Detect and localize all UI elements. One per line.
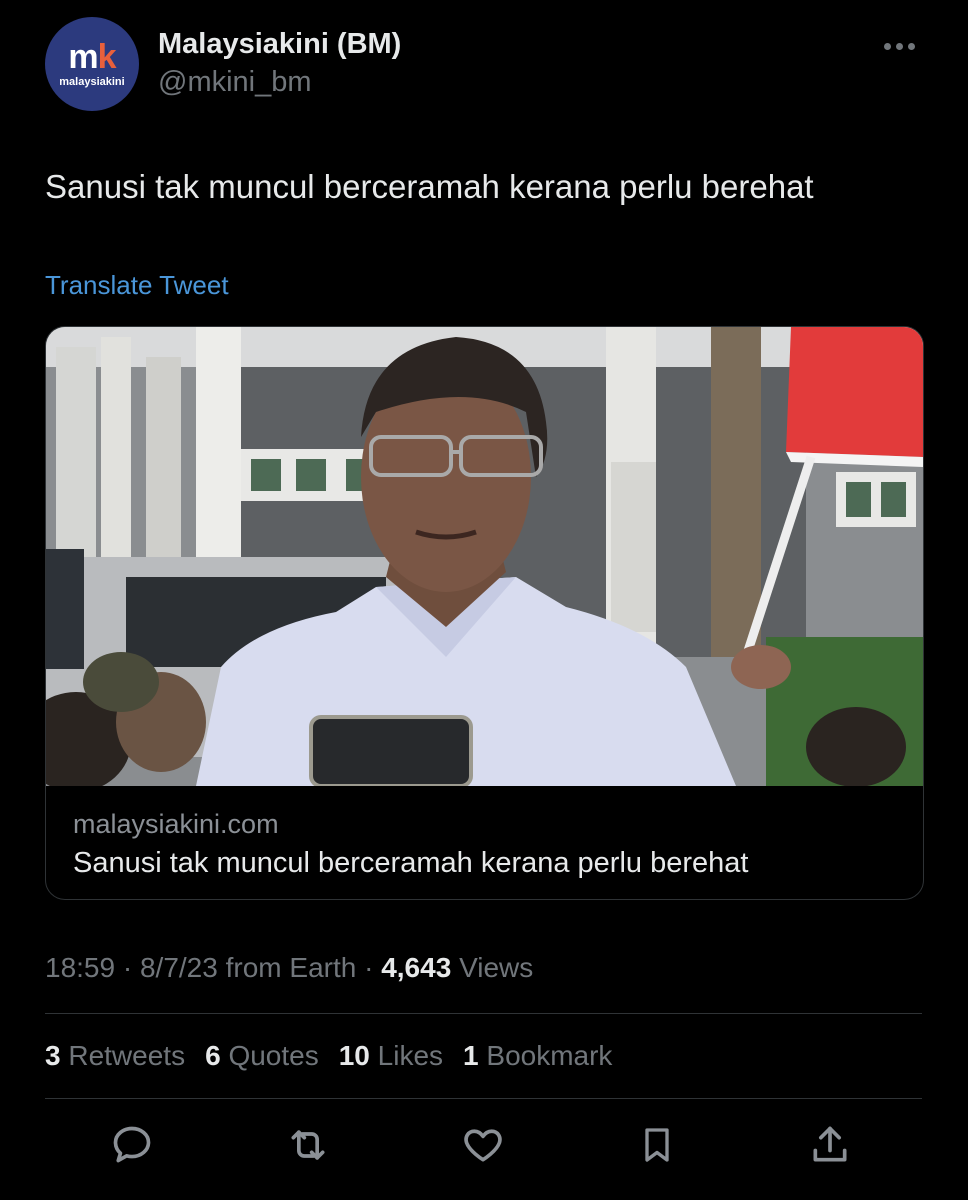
views-label: Views <box>459 952 534 983</box>
card-title: Sanusi tak muncul berceramah kerana perl… <box>73 847 749 879</box>
bookmark-icon[interactable] <box>632 1120 682 1170</box>
retweets-stat[interactable]: 3 Retweets <box>45 1040 185 1072</box>
account-name[interactable]: Malaysiakini (BM) <box>158 28 401 61</box>
tweet-time: 18:59 <box>45 952 116 983</box>
bookmarks-stat[interactable]: 1 Bookmark <box>463 1040 612 1072</box>
tweet-source: from Earth <box>225 952 357 983</box>
avatar-wordmark: malaysiakini <box>59 76 125 88</box>
avatar[interactable]: mk malaysiakini <box>45 17 139 111</box>
retweet-icon[interactable] <box>283 1120 333 1170</box>
like-icon[interactable] <box>458 1120 508 1170</box>
tweet-date: 8/7/23 <box>139 952 218 983</box>
tweet-meta: 18:59 · 8/7/23 from Earth · 4,643 Views <box>45 952 534 983</box>
likes-stat[interactable]: 10 Likes <box>339 1040 443 1072</box>
divider <box>45 1013 922 1014</box>
card-photo <box>46 327 923 786</box>
action-bar <box>45 1120 922 1176</box>
divider <box>45 1098 922 1099</box>
tweet-text: Sanusi tak muncul berceramah kerana perl… <box>45 168 814 205</box>
views-count: 4,643 <box>381 952 452 983</box>
reply-icon[interactable] <box>107 1120 157 1170</box>
avatar-logo: mk <box>68 38 116 76</box>
card-image <box>46 327 923 786</box>
share-icon[interactable] <box>805 1120 855 1170</box>
card-domain: malaysiakini.com <box>73 809 279 839</box>
link-card[interactable]: malaysiakini.com Sanusi tak muncul berce… <box>45 326 924 900</box>
engagement-stats: 3 Retweets 6 Quotes 10 Likes 1 Bookmark <box>45 1040 612 1072</box>
translate-tweet-link[interactable]: Translate Tweet <box>45 270 229 301</box>
quotes-stat[interactable]: 6 Quotes <box>205 1040 319 1072</box>
account-handle[interactable]: @mkini_bm <box>158 66 312 99</box>
more-options-icon[interactable] <box>884 36 924 56</box>
